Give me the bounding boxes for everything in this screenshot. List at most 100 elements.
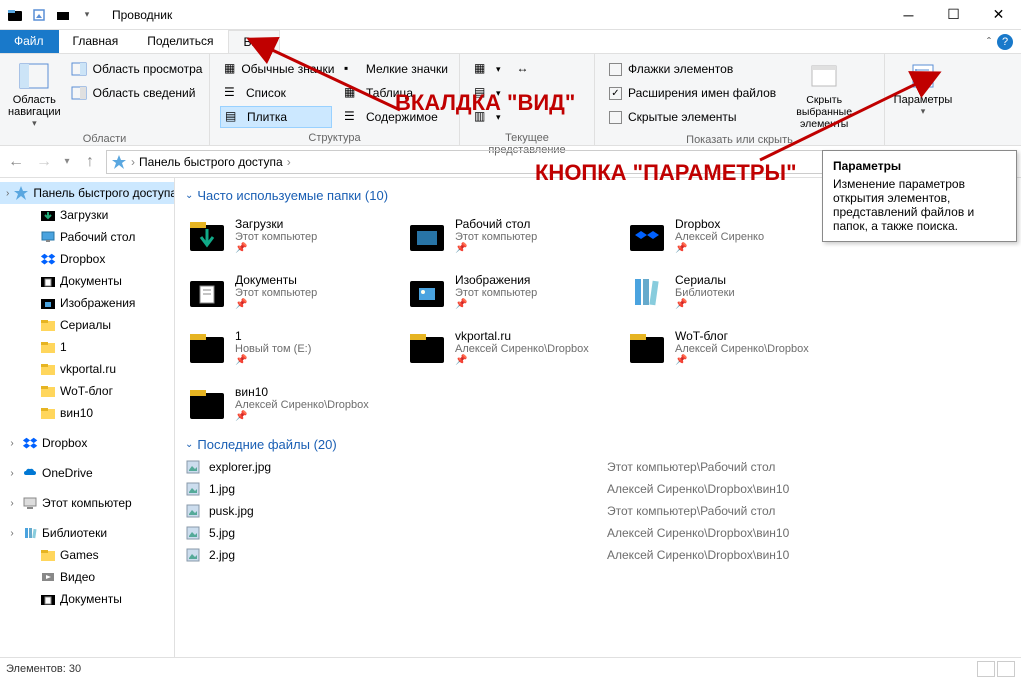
details-pane-button[interactable]: Область сведений — [67, 82, 207, 104]
image-file-icon — [185, 525, 201, 541]
folder-tile[interactable]: ИзображенияЭтот компьютер📌 — [405, 263, 625, 319]
qat-dropdown-icon[interactable]: ▾ — [76, 4, 98, 26]
nav-item[interactable]: Документы — [0, 270, 174, 292]
file-row[interactable]: pusk.jpgЭтот компьютер\Рабочий стол — [185, 500, 1011, 522]
file-row[interactable]: explorer.jpgЭтот компьютер\Рабочий стол — [185, 456, 1011, 478]
nav-item[interactable]: WoT-блог — [0, 380, 174, 402]
tab-file[interactable]: Файл — [0, 30, 59, 53]
image-file-icon — [185, 547, 201, 563]
layout-tiles[interactable]: ▤Плитка — [220, 106, 332, 128]
folder-icon — [187, 271, 227, 311]
tab-share[interactable]: Поделиться — [133, 30, 228, 53]
hide-selected-button[interactable]: Скрыть выбранные элементы — [784, 56, 864, 132]
doc-icon — [40, 591, 56, 607]
maximize-button[interactable]: ☐ — [931, 0, 976, 30]
forward-button[interactable]: → — [32, 150, 56, 174]
folder-icon — [40, 339, 56, 355]
layout-medium-icons[interactable]: ▦Обычные значки — [220, 58, 332, 80]
group-by-button[interactable]: ▤▾ — [470, 82, 505, 104]
image-file-icon — [185, 481, 201, 497]
navigation-pane-button[interactable]: Область навигации ▾ — [6, 56, 63, 131]
nav-item[interactable]: ›Этот компьютер — [0, 492, 174, 514]
nav-item[interactable]: Dropbox — [0, 248, 174, 270]
collapse-ribbon-icon[interactable]: ˆ — [987, 35, 991, 49]
details-view-button[interactable] — [977, 661, 995, 677]
nav-item[interactable]: Документы — [0, 588, 174, 610]
folder-icon — [407, 327, 447, 367]
folder-tile[interactable]: WoT-блогАлексей Сиренко\Dropbox📌 — [625, 319, 845, 375]
tab-home[interactable]: Главная — [59, 30, 134, 53]
nav-item[interactable]: Видео — [0, 566, 174, 588]
nav-item[interactable]: вин10 — [0, 402, 174, 424]
folder-tile[interactable]: 1Новый том (E:)📌 — [185, 319, 405, 375]
nav-item[interactable]: ›OneDrive — [0, 462, 174, 484]
layout-small-icons[interactable]: ▪Мелкие значки — [340, 58, 452, 80]
nav-item[interactable]: Games — [0, 544, 174, 566]
qat-newfolder-icon[interactable] — [52, 4, 74, 26]
minimize-button[interactable]: ─ — [886, 0, 931, 30]
layout-details[interactable]: ▦Таблица — [340, 82, 452, 104]
folder-icon — [407, 215, 447, 255]
recent-locations-button[interactable]: ▾ — [60, 150, 74, 174]
window-title: Проводник — [112, 8, 172, 22]
sort-by-button[interactable]: ▦▾ — [470, 58, 505, 80]
options-button[interactable]: Параметры ▾ — [891, 56, 955, 141]
nav-item[interactable]: Сериалы — [0, 314, 174, 336]
folder-tile[interactable]: DropboxАлексей Сиренко📌 — [625, 207, 845, 263]
titlebar: ▾ Проводник ─ ☐ ✕ — [0, 0, 1021, 30]
folder-tile[interactable]: вин10Алексей Сиренко\Dropbox📌 — [185, 375, 405, 431]
folder-icon — [187, 327, 227, 367]
pin-icon: 📌 — [675, 243, 843, 254]
folder-tile[interactable]: Рабочий столЭтот компьютер📌 — [405, 207, 625, 263]
tab-view[interactable]: Вид — [228, 30, 280, 53]
nav-item[interactable]: 1 — [0, 336, 174, 358]
up-button[interactable]: ↑ — [78, 150, 102, 174]
pin-icon: 📌 — [455, 243, 623, 254]
layout-list[interactable]: ☰Список — [220, 82, 332, 104]
image-file-icon — [185, 459, 201, 475]
nav-item[interactable]: Рабочий стол — [0, 226, 174, 248]
navigation-tree[interactable]: ›Панель быстрого доступаЗагрузкиРабочий … — [0, 178, 175, 657]
ribbon: Область навигации ▾ Область просмотра Об… — [0, 54, 1021, 146]
folder-icon — [40, 361, 56, 377]
file-row[interactable]: 1.jpgАлексей Сиренко\Dropbox\вин10 — [185, 478, 1011, 500]
file-row[interactable]: 5.jpgАлексей Сиренко\Dropbox\вин10 — [185, 522, 1011, 544]
ribbon-tabs: Файл Главная Поделиться Вид ˆ ? — [0, 30, 1021, 54]
hidden-items-toggle[interactable]: Скрытые элементы — [605, 106, 780, 128]
nav-item[interactable]: Загрузки — [0, 204, 174, 226]
file-extensions-toggle[interactable]: ✓Расширения имен файлов — [605, 82, 780, 104]
back-button[interactable]: ← — [4, 150, 28, 174]
folder-icon — [187, 383, 227, 423]
folder-tile[interactable]: ЗагрузкиЭтот компьютер📌 — [185, 207, 405, 263]
folder-icon — [187, 215, 227, 255]
folder-icon — [627, 271, 667, 311]
layout-content[interactable]: ☰Содержимое — [340, 106, 452, 128]
pin-icon: 📌 — [235, 355, 403, 366]
nav-item[interactable]: vkportal.ru — [0, 358, 174, 380]
help-icon[interactable]: ? — [997, 34, 1013, 50]
preview-pane-button[interactable]: Область просмотра — [67, 58, 207, 80]
folder-tile[interactable]: vkportal.ruАлексей Сиренко\Dropbox📌 — [405, 319, 625, 375]
pin-icon: 📌 — [235, 299, 403, 310]
item-count: Элементов: 30 — [6, 663, 81, 675]
file-row[interactable]: 2.jpgАлексей Сиренко\Dropbox\вин10 — [185, 544, 1011, 566]
nav-item[interactable]: ›Панель быстрого доступа — [0, 182, 174, 204]
nav-item[interactable]: ›Dropbox — [0, 432, 174, 454]
add-columns-button[interactable]: ▥▾ — [470, 106, 505, 128]
folder-icon — [40, 383, 56, 399]
status-bar: Элементов: 30 — [0, 657, 1021, 679]
close-button[interactable]: ✕ — [976, 0, 1021, 30]
recent-files-header[interactable]: ⌄ Последние файлы (20) — [175, 431, 1021, 456]
nav-item[interactable]: ›Библиотеки — [0, 522, 174, 544]
content-area: ⌄ Часто используемые папки (10) Загрузки… — [175, 178, 1021, 657]
nav-item[interactable]: Изображения — [0, 292, 174, 314]
folder-tile[interactable]: ДокументыЭтот компьютер📌 — [185, 263, 405, 319]
qat-properties-icon[interactable] — [28, 4, 50, 26]
item-checkboxes-toggle[interactable]: Флажки элементов — [605, 58, 780, 80]
tiles-view-button[interactable] — [997, 661, 1015, 677]
folder-tile[interactable]: СериалыБиблиотеки📌 — [625, 263, 845, 319]
size-all-columns-button[interactable]: ↔ — [513, 58, 537, 80]
folder-icon — [40, 317, 56, 333]
folder-icon — [627, 327, 667, 367]
pin-icon: 📌 — [455, 299, 623, 310]
